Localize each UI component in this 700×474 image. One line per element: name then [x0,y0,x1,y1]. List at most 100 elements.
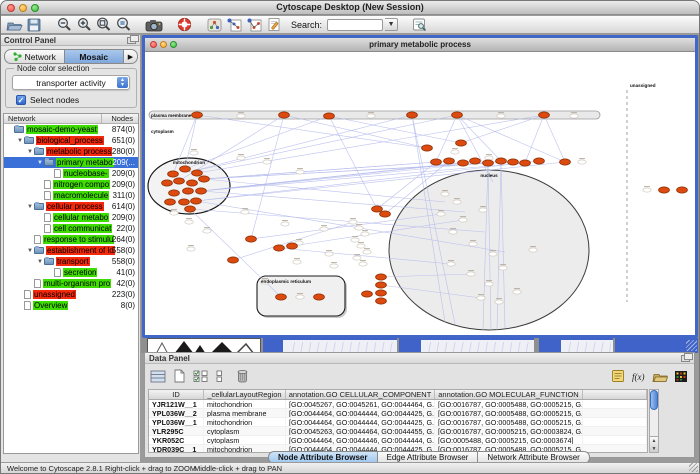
dropdown-stepper-icon: ▲▼ [117,77,128,88]
zoom-out-icon[interactable] [55,17,73,33]
expand-arrow-icon[interactable]: ▼ [16,138,24,144]
resize-grip-icon[interactable] [689,463,698,472]
maximize-icon[interactable] [31,4,39,12]
network-label: secretion [63,268,97,277]
table-row[interactable]: YJR121W__1mitochondrion[GO:0045267, GO:0… [149,400,647,409]
tree-col-nodes: Nodes [111,114,133,124]
table-cell: [GO:0016787, GO:0005488, GO:0005215, G..… [435,418,583,426]
tree-row-biological-process[interactable]: ▼biological_process651(0) [4,135,138,146]
tree-row-multi-organism-pro[interactable]: multi-organism pro42(0) [4,278,138,289]
help-icon[interactable] [175,17,193,33]
tree-row-transport[interactable]: ▼transport558(0) [4,256,138,267]
column-header[interactable]: annotation.GO CELLULAR_COMPONENT [286,390,435,399]
background-window[interactable] [399,338,534,353]
scrollbar-thumb[interactable] [650,390,658,410]
tree-row-nitrogen-compo[interactable]: nitrogen compo209(0) [4,179,138,190]
tree-row-establishment-of-lo[interactable]: ▼establishment of lo558(0) [4,245,138,256]
tree-row-cellular-process[interactable]: ▼cellular process614(0) [4,201,138,212]
snapshot-icon[interactable] [145,17,163,33]
node-count: 209(0) [112,180,135,189]
float-data-panel-icon[interactable] [681,355,690,362]
tree-row-mosaic-demo-yeast[interactable]: mosaic-demo-yeast874(0) [4,124,138,135]
tree-row-primary-metabo[interactable]: ▼primary metabo209(... [4,157,138,168]
network-window-titlebar[interactable]: primary metabolic process [145,38,695,52]
select-nodes-checkbox[interactable]: ✓ [16,95,26,105]
advanced-search-icon[interactable] [410,17,428,33]
table-row[interactable]: YPL036W__2plasma membrane[GO:0044464, GO… [149,409,647,418]
tree-row-macromolecule[interactable]: macromolecule311(0) [4,190,138,201]
table-row[interactable]: YLR295Ccytoplasm[GO:0045263, GO:0044464,… [149,427,647,436]
tab-network[interactable]: Network [4,49,65,64]
delete-attribute-icon[interactable] [233,368,251,384]
column-header[interactable]: annotation.GO MOLECULAR_FUNCTION [435,390,583,399]
background-window[interactable] [147,338,261,353]
resize-grip-icon[interactable] [686,340,697,351]
zoom-selected-icon[interactable] [95,17,113,33]
tree-row-unassigned[interactable]: unassigned223(0) [4,289,138,300]
node-color-dropdown[interactable]: transporter activity ▲▼ [12,75,130,90]
layout-nodes-icon[interactable] [225,17,243,33]
window-minimize-icon[interactable] [160,41,167,48]
tree-row-overview[interactable]: Overview8(0) [4,300,138,311]
table-cell: YJR121W__1 [149,400,204,408]
node-count: 264(0) [112,235,135,244]
function-builder-icon[interactable]: f(x) [630,368,648,384]
minimize-icon[interactable] [19,4,27,12]
attribute-notes-icon[interactable] [609,368,627,384]
file-icon [44,191,51,200]
background-window[interactable] [615,338,698,353]
unselect-attributes-icon[interactable] [212,368,230,384]
expand-arrow-icon[interactable]: ▼ [26,149,34,155]
column-header[interactable] [583,390,647,399]
column-header[interactable]: _cellularLayoutRegion [204,390,286,399]
heatmap-icon[interactable] [672,368,690,384]
zoom-fit-icon[interactable] [115,17,133,33]
folder-icon [14,126,24,133]
node-count: 41(0) [116,268,135,277]
window-close-icon[interactable] [150,41,157,48]
expand-arrow-icon[interactable]: ▼ [26,204,34,210]
network-label: multi-organism pro [43,279,111,288]
table-cell: YLR295C [149,427,204,435]
background-window[interactable] [263,338,397,353]
import-attributes-icon[interactable] [651,368,669,384]
tab-overflow-arrow[interactable]: ▶ [124,49,138,64]
annotation-icon[interactable] [265,17,283,33]
table-cell [583,436,647,444]
search-input[interactable] [327,19,383,31]
tree-row-cellular-metabo[interactable]: cellular metabo209(0) [4,212,138,223]
window-maximize-icon[interactable] [170,41,177,48]
table-row[interactable]: YPL036W__1mitochondrion[GO:0044464, GO:0… [149,418,647,427]
tab-mosaic[interactable]: Mosaic [65,49,125,64]
tree-row-secretion[interactable]: secretion 41(0) [4,267,138,278]
table-cell: [GO:0005488, GO:0005215, GO:0003674] [435,436,583,444]
expand-arrow-icon[interactable]: ▼ [26,248,34,254]
network-canvas[interactable]: plasma membranecytoplasmmitochondrionnuc… [145,52,695,335]
network-label: mosaic-demo-yeast [26,125,98,134]
vizmapper-icon[interactable] [205,17,223,33]
attribute-table-icon[interactable] [149,368,167,384]
save-icon[interactable] [25,17,43,33]
select-attributes-icon[interactable] [191,368,209,384]
zoom-in-icon[interactable] [75,17,93,33]
tree-row-metabolic-process[interactable]: ▼metabolic process280(0) [4,146,138,157]
scrollbar-arrows[interactable]: ▲▼ [650,436,658,452]
expand-arrow-icon[interactable]: ▼ [36,160,44,166]
folder-icon [34,247,44,254]
layout-edges-icon[interactable] [245,17,263,33]
network-label: macromolecule [53,191,109,200]
column-header[interactable]: ID [149,390,204,399]
search-dropdown-icon[interactable]: ▼ [385,18,398,31]
table-row[interactable]: YKR052Ccytoplasm[GO:0044464, GO:0044446,… [149,436,647,445]
table-scrollbar[interactable]: ▲▼ [649,389,659,453]
tree-row-nucleobase-[interactable]: nucleobase-209(0) [4,168,138,179]
close-icon[interactable] [7,4,15,12]
table-cell: [GO:0016787, GO:0005488, GO:0005215, G..… [435,409,583,417]
tree-row-cell-communicat[interactable]: cell communicat22(0) [4,223,138,234]
tree-row-response-to-stimulu[interactable]: response to stimulu264(0) [4,234,138,245]
expand-arrow-icon[interactable]: ▼ [36,259,44,265]
open-icon[interactable] [5,17,23,33]
background-window[interactable] [539,338,613,353]
new-attribute-icon[interactable] [170,368,188,384]
float-panel-icon[interactable] [127,37,136,44]
